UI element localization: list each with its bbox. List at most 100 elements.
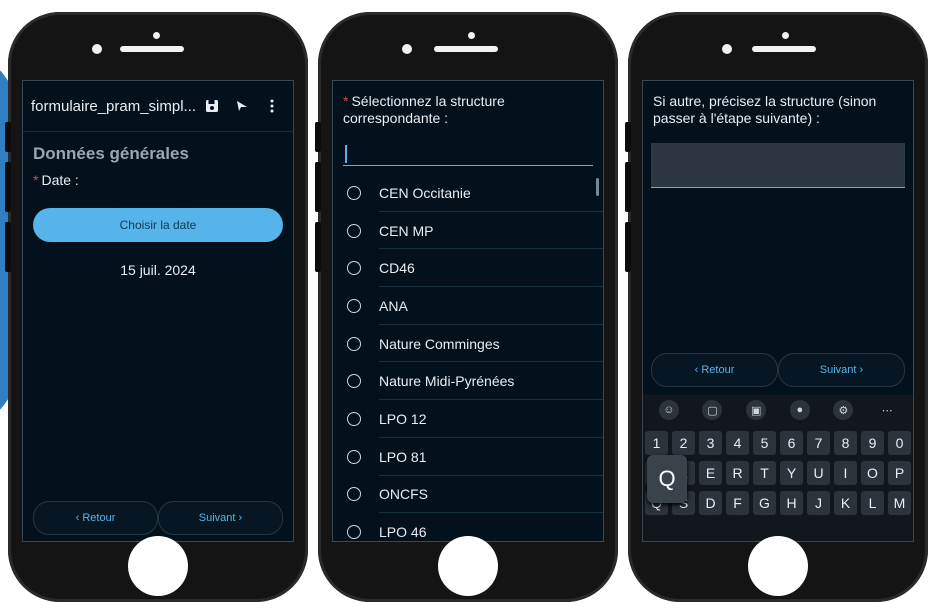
text-caret [345,145,347,163]
question-label: * Sélectionnez la structure correspondant… [333,81,603,127]
key[interactable]: 2 [672,431,695,455]
key[interactable]: E [699,461,722,485]
radio-icon[interactable] [347,487,361,502]
phone-frame-1: formulaire_pram_simpl... Données général… [5,12,308,602]
option-label: CEN Occitanie [379,184,471,201]
option-item[interactable]: CEN MP [333,212,603,250]
key[interactable]: F [726,491,749,515]
nav-row: ‹ Retour Suivant › [33,501,283,535]
option-label: LPO 81 [379,448,427,465]
key[interactable]: 7 [807,431,830,455]
save-icon[interactable] [199,93,225,119]
option-label: ONCFS [379,486,428,503]
choose-date-button[interactable]: Choisir la date [33,208,283,242]
option-label: Nature Midi-Pyrénées [379,373,515,390]
home-button[interactable] [438,536,498,596]
camera-dot [402,44,412,54]
home-button[interactable] [128,536,188,596]
radio-icon[interactable] [347,525,361,540]
nav-row: ‹ Retour Suivant › [651,353,905,387]
phone-side-button [5,222,11,272]
back-button[interactable]: ‹ Retour [33,501,158,535]
option-item[interactable]: ONCFS [333,476,603,514]
date-value: 15 juil. 2024 [120,262,196,278]
more-vert-icon[interactable] [259,93,285,119]
option-label: LPO 46 [379,524,427,541]
phone-top-bar [8,32,308,72]
clipboard-icon[interactable]: ▢ [702,400,723,420]
key[interactable]: K [834,491,857,515]
option-item[interactable]: LPO 81 [333,438,603,476]
date-label: * Date : [23,168,293,192]
radio-icon[interactable] [347,336,361,351]
phone-frame-3: Si autre, précisez la structure (sinon p… [625,12,928,602]
back-button[interactable]: ‹ Retour [651,353,778,387]
option-item[interactable]: Nature Midi-Pyrénées [333,362,603,401]
key[interactable]: 8 [834,431,857,455]
key[interactable]: 3 [699,431,722,455]
radio-icon[interactable] [347,374,361,389]
key[interactable]: 9 [861,431,884,455]
key[interactable]: L [861,491,884,515]
key[interactable]: 6 [780,431,803,455]
key[interactable]: D [699,491,722,515]
keyboard-toolbar: ☺ ▢ ▣ ● ⚙ ⋯ [643,395,913,425]
sticker-icon[interactable]: ▣ [746,400,767,420]
key-popup: Q [647,455,687,503]
radio-icon[interactable] [347,449,361,464]
key[interactable]: 5 [753,431,776,455]
option-item[interactable]: ANA [333,287,603,325]
phone-side-button [315,162,321,212]
option-item[interactable]: Nature Comminges [333,325,603,363]
options-list: CEN Occitanie CEN MP CD46 ANA Nature Com… [333,174,603,541]
radio-icon[interactable] [347,223,361,238]
required-mark: * [33,172,39,188]
option-label: ANA [379,297,408,314]
key[interactable]: I [834,461,857,485]
key[interactable]: Y [780,461,803,485]
screen-1: formulaire_pram_simpl... Données général… [22,80,294,542]
phone-side-button [625,222,631,272]
phone-frame-2: * Sélectionnez la structure correspondant… [315,12,618,602]
form-title: formulaire_pram_simpl... [31,97,195,115]
radio-icon[interactable] [347,261,361,276]
send-icon[interactable] [229,93,255,119]
phone-side-button [625,122,631,152]
key[interactable]: U [807,461,830,485]
radio-icon[interactable] [347,185,361,200]
radio-icon[interactable] [347,411,361,426]
key[interactable]: R [726,461,749,485]
other-structure-input[interactable] [651,143,905,188]
option-item[interactable]: LPO 12 [333,400,603,438]
camera-dot [782,32,789,39]
option-label: CEN MP [379,222,434,239]
section-title: Données générales [33,144,189,163]
phone-side-button [315,222,321,272]
screen-2: * Sélectionnez la structure correspondant… [332,80,604,542]
next-button[interactable]: Suivant › [778,353,905,387]
mic-icon[interactable]: ● [789,400,810,420]
emoji-icon[interactable]: ☺ [658,400,679,420]
key[interactable]: M [888,491,911,515]
key[interactable]: P [888,461,911,485]
option-item[interactable]: CD46 [333,249,603,288]
settings-icon[interactable]: ⚙ [833,400,854,420]
key[interactable]: J [807,491,830,515]
home-button[interactable] [748,536,808,596]
camera-dot [468,32,475,39]
key[interactable]: T [753,461,776,485]
speaker-slot [120,46,184,52]
key[interactable]: 4 [726,431,749,455]
next-button[interactable]: Suivant › [158,501,283,535]
key[interactable]: G [753,491,776,515]
radio-icon[interactable] [347,298,361,313]
more-icon[interactable]: ⋯ [877,400,897,420]
key[interactable]: 1 [645,431,668,455]
key[interactable]: 0 [888,431,911,455]
option-item[interactable]: CEN Occitanie [333,174,603,212]
speaker-slot [752,46,816,52]
key[interactable]: H [780,491,803,515]
camera-dot [722,44,732,54]
filter-input[interactable] [343,141,593,166]
key[interactable]: O [861,461,884,485]
